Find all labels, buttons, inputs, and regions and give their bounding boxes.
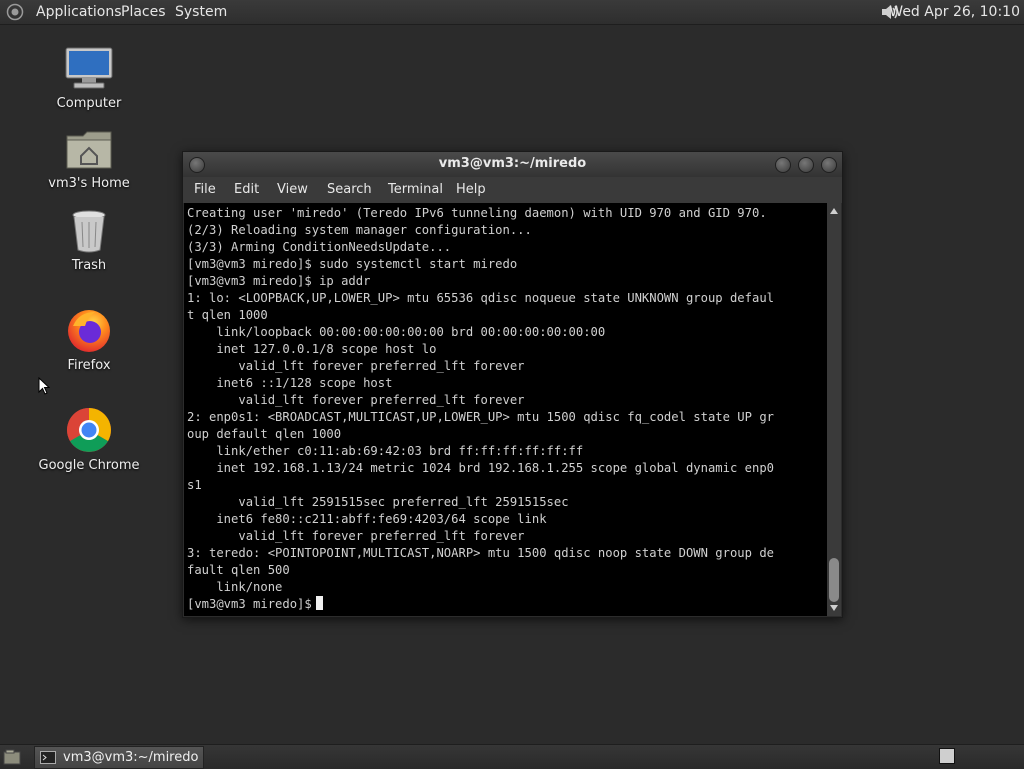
show-desktop-icon[interactable] <box>3 749 21 765</box>
places-menu[interactable]: Places <box>119 3 168 21</box>
top-panel: Applications Places System Wed Apr 26, 1… <box>0 0 1024 25</box>
desktop-icon-label: vm3's Home <box>48 176 130 191</box>
menu-search[interactable]: Search <box>325 182 374 198</box>
desktop-icon-chrome[interactable]: Google Chrome <box>29 406 149 474</box>
trash-icon <box>72 210 106 253</box>
terminal-line: inet 127.0.0.1/8 scope host lo <box>187 342 437 356</box>
desktop-icon-computer[interactable]: Computer <box>29 46 149 112</box>
window-titlebar[interactable]: vm3@vm3:~/miredo <box>183 152 842 177</box>
desktop-icon-label: Google Chrome <box>38 458 140 473</box>
scrollbar-thumb[interactable] <box>829 558 839 602</box>
desktop-icon-firefox[interactable]: Firefox <box>29 306 149 374</box>
desktop-icon-label: Trash <box>71 258 107 273</box>
terminal-line: oup default qlen 1000 <box>187 427 342 441</box>
terminal-line: valid_lft forever preferred_lft forever <box>187 529 525 543</box>
desktop-icon-home[interactable]: vm3's Home <box>29 128 149 192</box>
taskbar-terminal-button[interactable]: vm3@vm3:~/miredo <box>34 746 204 769</box>
terminal-line: link/ether c0:11:ab:69:42:03 brd ff:ff:f… <box>187 444 584 458</box>
window-title: vm3@vm3:~/miredo <box>438 156 587 171</box>
menu-terminal[interactable]: Terminal <box>386 182 445 198</box>
terminal-line: [vm3@vm3 miredo]$ sudo systemctl start m… <box>187 257 518 271</box>
clock[interactable]: Wed Apr 26, 10:10 <box>889 3 1020 21</box>
terminal-icon <box>40 751 56 764</box>
terminal-menubar: File Edit View Search Terminal Help <box>183 177 842 203</box>
terminal-line: valid_lft 2591515sec preferred_lft 25915… <box>187 495 569 509</box>
terminal-line: valid_lft forever preferred_lft forever <box>187 393 525 407</box>
terminal-prompt: [vm3@vm3 miredo]$ <box>187 597 312 611</box>
close-button[interactable] <box>821 157 837 173</box>
terminal-line: 1: lo: <LOOPBACK,UP,LOWER_UP> mtu 65536 … <box>187 291 774 305</box>
minimize-button[interactable] <box>775 157 791 173</box>
terminal-line: inet6 ::1/128 scope host <box>187 376 393 390</box>
terminal-line: t qlen 1000 <box>187 308 268 322</box>
scroll-down-icon[interactable] <box>830 605 838 611</box>
chrome-icon <box>67 408 111 452</box>
terminal-window: vm3@vm3:~/miredo File Edit View Search T… <box>182 151 843 618</box>
mouse-pointer-icon <box>38 377 50 395</box>
applications-menu[interactable]: Applications <box>34 3 124 21</box>
menu-edit[interactable]: Edit <box>232 182 261 198</box>
terminal-line: inet6 fe80::c211:abff:fe69:4203/64 scope… <box>187 512 547 526</box>
home-folder-icon <box>66 131 112 169</box>
terminal-output[interactable]: Creating user 'miredo' (Teredo IPv6 tunn… <box>184 203 827 616</box>
terminal-line: Creating user 'miredo' (Teredo IPv6 tunn… <box>187 206 767 220</box>
computer-icon <box>65 47 113 89</box>
bottom-panel: vm3@vm3:~/miredo <box>0 744 1024 769</box>
menu-help[interactable]: Help <box>454 182 488 198</box>
terminal-line: inet 192.168.1.13/24 metric 1024 brd 192… <box>187 461 774 475</box>
taskbar-button-label: vm3@vm3:~/miredo <box>63 750 199 765</box>
menu-file[interactable]: File <box>192 182 218 198</box>
scroll-up-icon[interactable] <box>830 208 838 214</box>
workspace-switcher[interactable] <box>939 748 955 764</box>
terminal-line: 3: teredo: <POINTOPOINT,MULTICAST,NOARP>… <box>187 546 774 560</box>
terminal-line: link/loopback 00:00:00:00:00:00 brd 00:0… <box>187 325 606 339</box>
terminal-cursor <box>315 596 323 610</box>
system-menu[interactable]: System <box>173 3 229 21</box>
terminal-line: [vm3@vm3 miredo]$ ip addr <box>187 274 371 288</box>
terminal-text: Creating user 'miredo' (Teredo IPv6 tunn… <box>184 203 827 613</box>
menu-view[interactable]: View <box>275 182 310 198</box>
terminal-line: link/none <box>187 580 283 594</box>
terminal-line: fault qlen 500 <box>187 563 290 577</box>
firefox-icon <box>68 310 110 352</box>
desktop-icon-trash[interactable]: Trash <box>29 208 149 274</box>
terminal-line: (2/3) Reloading system manager configura… <box>187 223 532 237</box>
terminal-line: s1 <box>187 478 202 492</box>
terminal-line: (3/3) Arming ConditionNeedsUpdate... <box>187 240 452 254</box>
terminal-scrollbar[interactable] <box>827 203 841 616</box>
desktop-icon-label: Computer <box>56 96 122 111</box>
terminal-line: valid_lft forever preferred_lft forever <box>187 359 525 373</box>
desktop-icon-label: Firefox <box>67 358 111 373</box>
maximize-button[interactable] <box>798 157 814 173</box>
terminal-line: 2: enp0s1: <BROADCAST,MULTICAST,UP,LOWER… <box>187 410 774 424</box>
gnome-foot-icon[interactable] <box>6 3 24 21</box>
